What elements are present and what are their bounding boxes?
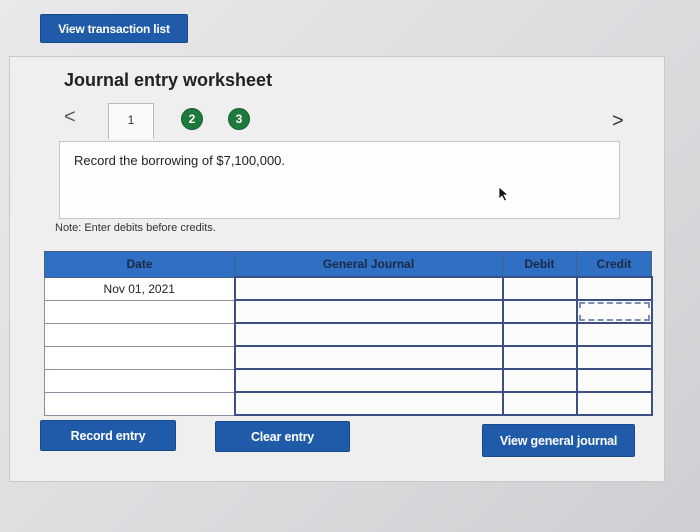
step-tab-1-label: 1 — [127, 113, 135, 127]
debit-input[interactable] — [501, 299, 578, 324]
date-cell[interactable] — [44, 322, 235, 347]
credit-header: Credit — [576, 251, 652, 278]
clear-entry-button[interactable]: Clear entry — [215, 421, 350, 452]
table-row: Nov 01, 2021 — [44, 276, 653, 301]
step-tab-1[interactable]: 1 — [108, 103, 154, 139]
instruction-box: Record the borrowing of $7,100,000. — [59, 141, 620, 219]
prev-arrow-icon[interactable]: < — [64, 106, 76, 129]
account-input[interactable] — [233, 322, 504, 347]
general-journal-header: General Journal — [234, 251, 503, 278]
record-entry-button[interactable]: Record entry — [40, 420, 176, 451]
debit-input[interactable] — [501, 322, 578, 347]
debit-input[interactable] — [501, 276, 578, 301]
debit-input[interactable] — [501, 391, 578, 416]
date-header: Date — [44, 251, 235, 278]
step-2-circle[interactable]: 2 — [181, 108, 203, 130]
date-cell[interactable] — [44, 345, 235, 370]
account-input[interactable] — [233, 391, 504, 416]
account-input[interactable] — [233, 368, 504, 393]
debit-header: Debit — [502, 251, 577, 278]
date-cell[interactable] — [44, 368, 235, 393]
date-cell[interactable] — [44, 299, 235, 324]
table-row — [44, 322, 653, 347]
date-cell[interactable]: Nov 01, 2021 — [44, 276, 235, 301]
table-row — [44, 345, 653, 370]
note-text: Note: Enter debits before credits. — [55, 222, 216, 234]
account-input[interactable] — [233, 345, 504, 370]
debit-input[interactable] — [501, 345, 578, 370]
credit-input[interactable] — [575, 391, 653, 416]
step-3-circle[interactable]: 3 — [228, 108, 250, 130]
table-row — [44, 391, 653, 416]
table-header-row: Date General Journal Debit Credit — [44, 251, 652, 278]
instruction-text: Record the borrowing of $7,100,000. — [74, 153, 286, 168]
credit-input[interactable] — [575, 299, 653, 324]
table-row — [44, 368, 653, 393]
debit-input[interactable] — [501, 368, 578, 393]
view-transaction-list-button[interactable]: View transaction list — [40, 14, 188, 43]
table-row — [44, 299, 653, 324]
date-cell[interactable] — [44, 391, 235, 416]
next-arrow-icon[interactable]: > — [612, 110, 624, 133]
journal-table: Date General Journal Debit Credit Nov 01… — [44, 251, 653, 416]
credit-input[interactable] — [575, 368, 653, 393]
account-input[interactable] — [233, 276, 504, 301]
credit-input[interactable] — [575, 345, 653, 370]
credit-input[interactable] — [575, 276, 653, 301]
view-general-journal-button[interactable]: View general journal — [482, 424, 635, 457]
mouse-cursor-icon — [498, 186, 510, 202]
credit-input[interactable] — [575, 322, 653, 347]
account-input[interactable] — [233, 299, 504, 324]
worksheet-title: Journal entry worksheet — [64, 70, 273, 90]
